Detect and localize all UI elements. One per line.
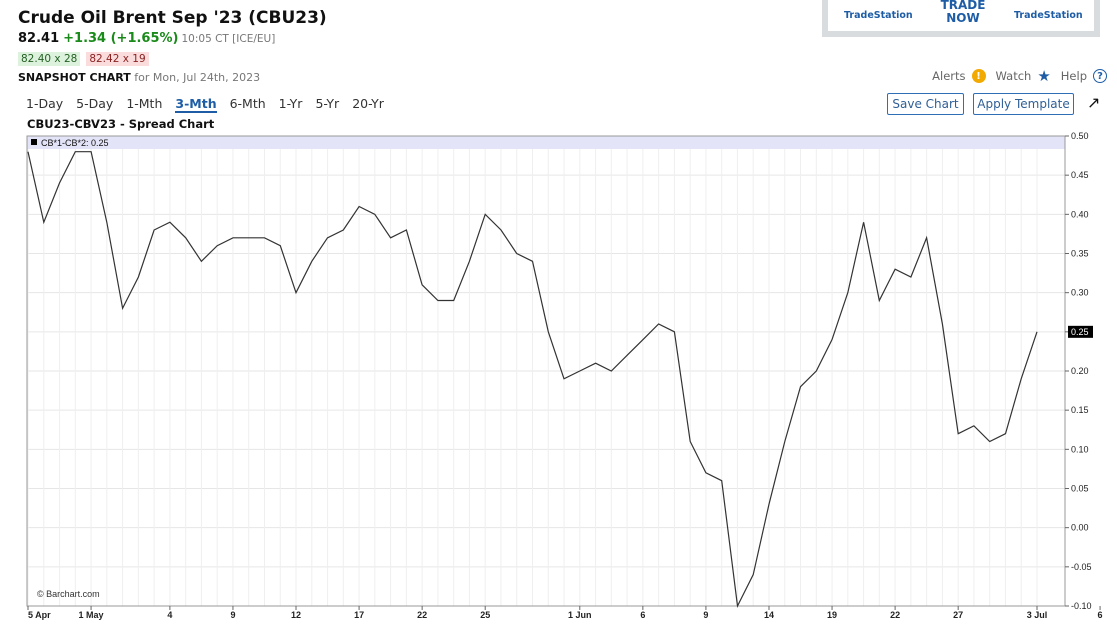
- y-tick-label: 0.05: [1071, 484, 1089, 494]
- x-tick-label: 5 Apr: [28, 610, 51, 620]
- y-axis: 0.50 0.45 0.40 0.35 0.30 0.25 0.20 0.15 0.10 0.05…: [1065, 131, 1092, 611]
- y-tick-label: 0.50: [1071, 131, 1089, 141]
- y-tick-label: 0.15: [1071, 405, 1089, 415]
- y-tick-label: 0.35: [1071, 249, 1089, 259]
- y-tick-label: 0.40: [1071, 209, 1089, 219]
- legend-band: [27, 136, 1065, 149]
- x-tick-label: 12: [291, 610, 301, 620]
- x-tick-label: 19: [827, 610, 837, 620]
- y-tick-label: 0.00: [1071, 523, 1089, 533]
- x-tick-label: 1 Jun: [568, 610, 592, 620]
- x-tick-label: 6: [640, 610, 645, 620]
- x-tick-label: 1 May: [79, 610, 104, 620]
- chart-watermark: © Barchart.com: [37, 589, 100, 599]
- last-value-label: 0.25: [1071, 327, 1089, 337]
- legend-label: CB*1-CB*2: 0.25: [41, 138, 109, 148]
- y-tick-label: -0.10: [1071, 601, 1092, 611]
- x-tick-label: 9: [703, 610, 708, 620]
- y-tick-label: 0.10: [1071, 444, 1089, 454]
- x-tick-label: 17: [354, 610, 364, 620]
- x-tick-label: 14: [764, 610, 774, 620]
- spread-chart: CB*1-CB*2: 0.25 0.50 0.45 0.40 0.35 0.30 0.25…: [26, 131, 1103, 620]
- chart-grid: [27, 135, 1065, 607]
- last-value-group: 0.25: [1068, 325, 1093, 338]
- y-tick-label: 0.45: [1071, 170, 1089, 180]
- x-tick-label: 6: [1098, 610, 1103, 620]
- x-tick-label: 9: [230, 610, 235, 620]
- x-tick-label: 3 Jul: [1027, 610, 1048, 620]
- legend-marker: [31, 139, 37, 145]
- x-axis: 5 Apr 1 May 4 9 12 17 22 25 1 Jun 6 9 14 19 22 27 3 Jul…: [27, 606, 1103, 620]
- x-tick-label: 22: [890, 610, 900, 620]
- x-tick-label: 22: [417, 610, 427, 620]
- y-tick-label: 0.20: [1071, 366, 1089, 376]
- y-tick-label: 0.30: [1071, 288, 1089, 298]
- x-tick-label: 4: [167, 610, 172, 620]
- x-tick-label: 27: [953, 610, 963, 620]
- x-tick-label: 25: [480, 610, 490, 620]
- y-tick-label: -0.05: [1071, 562, 1092, 572]
